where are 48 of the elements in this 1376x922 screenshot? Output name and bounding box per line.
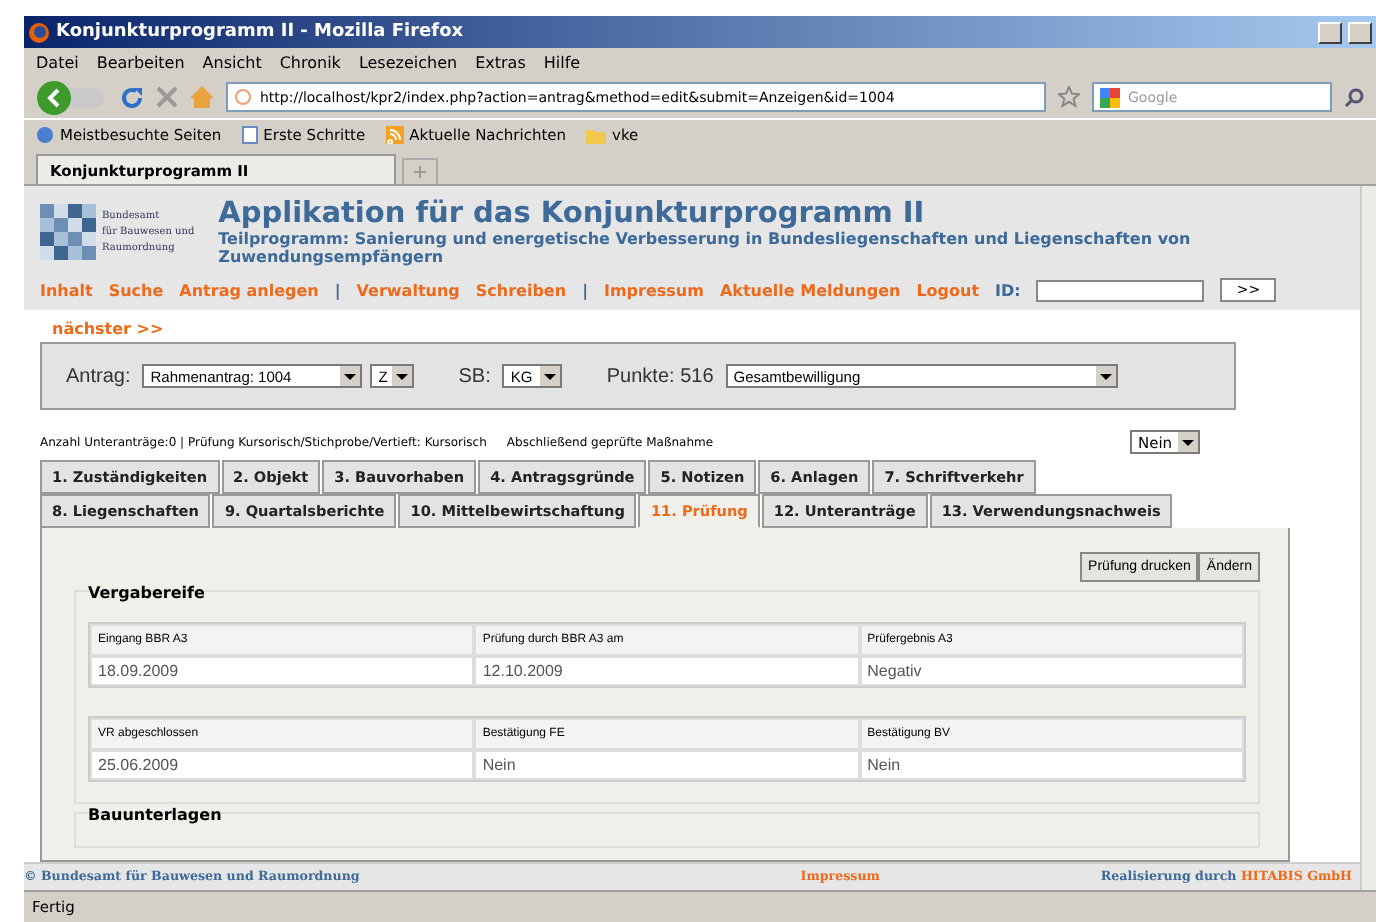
scrollbar[interactable] [1360, 186, 1376, 890]
menu-item[interactable]: Chronik [279, 53, 341, 71]
nav-separator: | [582, 281, 588, 299]
id-input[interactable] [1036, 279, 1205, 301]
window-title: Konjunkturprogramm II - Mozilla Firefox [56, 22, 466, 42]
logo-icon [40, 204, 96, 260]
maximize-button[interactable] [1348, 21, 1372, 43]
app-subtitle: Teilprogramm: Sanierung und energetische Verbesserung in Bundesliegenschaften und Liegenschaften von Zuwendungsempfängern [218, 230, 1193, 266]
menu-item[interactable]: Datei [36, 53, 79, 71]
search-engine-icon [1100, 87, 1120, 107]
app-title: Applikation für das Konjunkturprogramm II [218, 198, 927, 230]
menu-item[interactable]: Ansicht [202, 53, 262, 71]
points-text: Punkte: 516 [606, 365, 714, 387]
caret-icon [540, 366, 561, 386]
table-cell: 25.06.2009 [90, 750, 475, 780]
reload-icon[interactable] [120, 85, 144, 109]
menu-item[interactable]: Hilfe [543, 53, 581, 71]
page-icon [241, 126, 258, 144]
menu-item[interactable]: Lesezeichen [358, 53, 458, 71]
stop-icon[interactable] [156, 86, 178, 108]
new-tab-button[interactable] [402, 158, 438, 184]
nav-separator: | [334, 281, 341, 299]
table-cell: Negativ [859, 656, 1244, 686]
menu-item[interactable]: Extras [475, 53, 526, 71]
section-legend: Bauunterlagen [88, 806, 1246, 824]
caret-icon [1178, 432, 1198, 452]
id-label: ID: [995, 281, 1021, 299]
sb-label: SB: [458, 365, 491, 387]
caret-icon [392, 366, 413, 386]
table-cell: 18.09.2009 [90, 656, 475, 686]
browser-logo-icon [28, 21, 50, 43]
antrag-label: Antrag: [66, 365, 131, 387]
star-icon[interactable] [1058, 86, 1080, 108]
caret-icon [1095, 366, 1116, 386]
page-icon [234, 88, 252, 106]
menu-item[interactable]: Bearbeiten [96, 53, 185, 71]
caret-icon [340, 366, 361, 386]
search-icon[interactable] [1344, 87, 1364, 107]
back-forward-icon[interactable] [36, 79, 108, 115]
plus-icon [414, 166, 426, 178]
table-cell: Nein [859, 750, 1244, 780]
minimize-button[interactable] [1318, 21, 1342, 43]
feed-icon [385, 126, 404, 144]
section-legend: Vergabereife [88, 584, 1246, 602]
table-cell: 12.10.2009 [474, 656, 860, 686]
folder-icon [586, 127, 607, 143]
globe-icon [36, 126, 54, 144]
table-cell: Nein [474, 750, 860, 780]
